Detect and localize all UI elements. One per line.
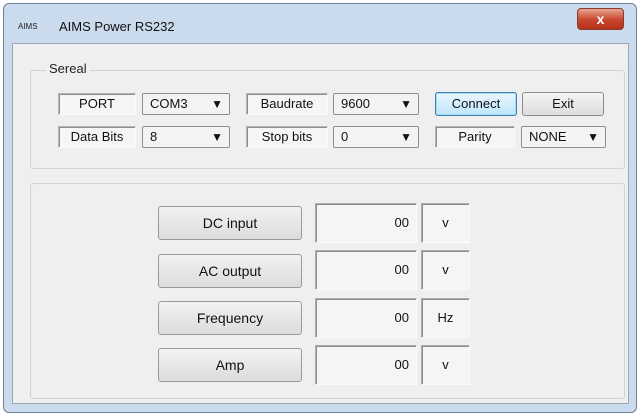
exit-button[interactable]: Exit — [522, 92, 604, 116]
ac-output-button[interactable]: AC output — [158, 254, 302, 288]
title-bar: AIMS AIMS Power RS232 x — [4, 4, 636, 44]
sereal-group — [30, 70, 625, 169]
amp-button[interactable]: Amp — [158, 348, 302, 382]
chevron-down-icon: ▼ — [400, 130, 412, 144]
frequency-value: 00 — [315, 298, 417, 338]
baudrate-select-value: 9600 — [341, 96, 370, 111]
port-select[interactable]: COM3 ▼ — [142, 93, 230, 115]
amp-unit: v — [421, 345, 470, 385]
app-icon: AIMS — [18, 22, 38, 31]
ac-output-value: 00 — [315, 250, 417, 290]
chevron-down-icon: ▼ — [211, 97, 223, 111]
client-area: Sereal PORT COM3 ▼ Baudrate 9600 ▼ Conne… — [12, 43, 629, 404]
connect-button[interactable]: Connect — [435, 92, 517, 116]
sereal-group-label: Sereal — [46, 61, 90, 76]
dc-input-button[interactable]: DC input — [158, 206, 302, 240]
chevron-down-icon: ▼ — [587, 130, 599, 144]
data-bits-select[interactable]: 8 ▼ — [142, 126, 230, 148]
data-bits-select-value: 8 — [150, 129, 158, 144]
app-window: AIMS AIMS Power RS232 x Sereal PORT COM3… — [3, 3, 637, 413]
chevron-down-icon: ▼ — [400, 97, 412, 111]
dc-input-value: 00 — [315, 203, 417, 243]
frequency-button[interactable]: Frequency — [158, 301, 302, 335]
parity-select-value: NONE — [529, 129, 567, 144]
parity-label: Parity — [435, 126, 515, 148]
stop-bits-select-value: 0 — [341, 129, 349, 144]
chevron-down-icon: ▼ — [211, 130, 223, 144]
frequency-unit: Hz — [421, 298, 470, 338]
window-title: AIMS Power RS232 — [59, 19, 175, 34]
close-button[interactable]: x — [577, 8, 624, 30]
close-icon: x — [596, 11, 605, 27]
data-bits-label: Data Bits — [58, 126, 136, 148]
baudrate-select[interactable]: 9600 ▼ — [333, 93, 419, 115]
stop-bits-select[interactable]: 0 ▼ — [333, 126, 419, 148]
dc-input-unit: v — [421, 203, 470, 243]
baudrate-label: Baudrate — [246, 93, 328, 115]
port-select-value: COM3 — [150, 96, 188, 111]
stop-bits-label: Stop bits — [246, 126, 328, 148]
amp-value: 00 — [315, 345, 417, 385]
port-label: PORT — [58, 93, 136, 115]
ac-output-unit: v — [421, 250, 470, 290]
parity-select[interactable]: NONE ▼ — [521, 126, 606, 148]
